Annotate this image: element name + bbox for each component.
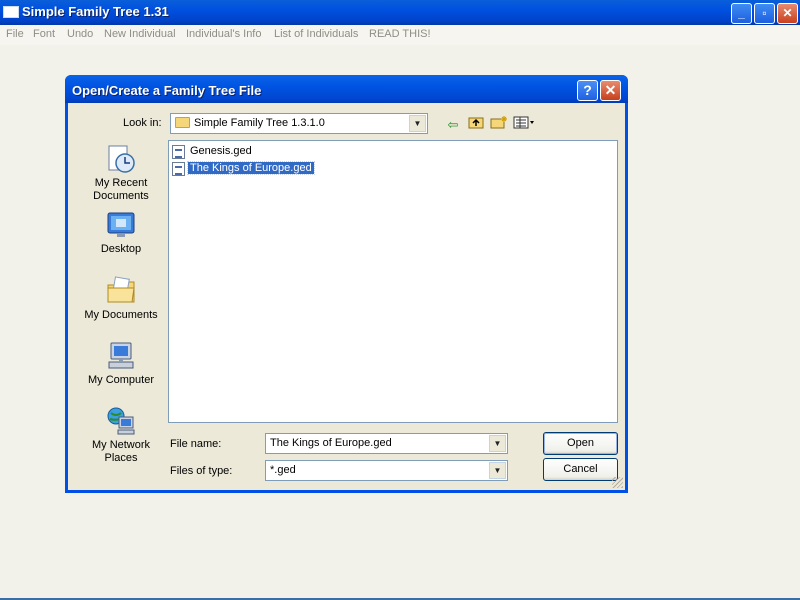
file-name: Genesis.ged bbox=[188, 145, 254, 157]
menu-undo[interactable]: Undo bbox=[67, 28, 93, 40]
chevron-down-icon[interactable]: ▼ bbox=[489, 435, 506, 452]
menu-font[interactable]: Font bbox=[33, 28, 55, 40]
help-button[interactable]: ? bbox=[577, 80, 598, 101]
place-label: My Computer bbox=[76, 374, 166, 387]
cancel-button[interactable]: Cancel bbox=[543, 458, 618, 481]
my-computer-icon bbox=[105, 340, 137, 372]
place-my-computer[interactable]: My Computer bbox=[76, 340, 166, 387]
desktop-icon bbox=[105, 209, 137, 241]
up-folder-icon[interactable] bbox=[465, 115, 487, 135]
look-in-value: Simple Family Tree 1.3.1.0 bbox=[194, 117, 325, 129]
place-desktop[interactable]: Desktop bbox=[76, 209, 166, 256]
my-documents-icon bbox=[105, 275, 137, 307]
menu-new-individual[interactable]: New Individual bbox=[104, 28, 176, 40]
place-label: Desktop bbox=[76, 243, 166, 256]
file-name-value: The Kings of Europe.ged bbox=[270, 437, 392, 449]
back-icon[interactable]: ⇦ bbox=[442, 115, 464, 135]
recent-documents-icon bbox=[105, 143, 137, 175]
place-recent-documents[interactable]: My Recent Documents bbox=[76, 143, 166, 203]
dialog-title: Open/Create a Family Tree File bbox=[72, 83, 261, 98]
menu-read-this[interactable]: READ THIS! bbox=[369, 28, 431, 40]
new-folder-icon[interactable] bbox=[488, 115, 510, 135]
place-label: My Network Places bbox=[76, 439, 166, 465]
chevron-down-icon[interactable]: ▼ bbox=[409, 115, 426, 132]
app-icon bbox=[3, 6, 19, 18]
folder-icon bbox=[175, 117, 190, 128]
dialog-title-bar[interactable]: Open/Create a Family Tree File ? ✕ bbox=[65, 75, 628, 103]
open-file-dialog: Open/Create a Family Tree File ? ✕ Look … bbox=[65, 75, 628, 493]
file-type-select[interactable]: *.ged ▼ bbox=[265, 460, 508, 481]
look-in-dropdown[interactable]: Simple Family Tree 1.3.1.0 ▼ bbox=[170, 113, 428, 134]
file-type-value: *.ged bbox=[270, 464, 296, 476]
maximize-button[interactable]: ▫ bbox=[754, 3, 775, 24]
menu-file[interactable]: File bbox=[6, 28, 24, 40]
file-list[interactable]: Genesis.ged The Kings of Europe.ged bbox=[168, 140, 618, 423]
dialog-close-button[interactable]: ✕ bbox=[600, 80, 621, 101]
look-in-label: Look in: bbox=[123, 117, 162, 129]
place-my-documents[interactable]: My Documents bbox=[76, 275, 166, 322]
menu-list-of-individuals[interactable]: List of Individuals bbox=[274, 28, 358, 40]
resize-grip[interactable] bbox=[612, 477, 623, 488]
file-type-label: Files of type: bbox=[170, 465, 232, 477]
file-name: The Kings of Europe.ged bbox=[188, 162, 314, 174]
app-title: Simple Family Tree 1.31 bbox=[22, 4, 169, 19]
network-places-icon bbox=[105, 405, 137, 437]
place-network-places[interactable]: My Network Places bbox=[76, 405, 166, 465]
minimize-button[interactable]: _ bbox=[731, 3, 752, 24]
view-menu-icon[interactable] bbox=[512, 115, 538, 135]
menu-bar: File Font Undo New Individual Individual… bbox=[0, 25, 800, 45]
place-label: My Recent Documents bbox=[76, 177, 166, 203]
open-button[interactable]: Open bbox=[543, 432, 618, 455]
ged-file-icon bbox=[172, 145, 185, 159]
ged-file-icon bbox=[172, 162, 185, 176]
place-label: My Documents bbox=[76, 309, 166, 322]
chevron-down-icon[interactable]: ▼ bbox=[489, 462, 506, 479]
dialog-body: Look in: Simple Family Tree 1.3.1.0 ▼ ⇦ … bbox=[68, 103, 625, 490]
file-name-label: File name: bbox=[170, 438, 221, 450]
close-button[interactable]: ✕ bbox=[777, 3, 798, 24]
file-name-input[interactable]: The Kings of Europe.ged ▼ bbox=[265, 433, 508, 454]
menu-individuals-info[interactable]: Individual's Info bbox=[186, 28, 261, 40]
app-title-bar[interactable]: Simple Family Tree 1.31 _ ▫ ✕ bbox=[0, 0, 800, 25]
